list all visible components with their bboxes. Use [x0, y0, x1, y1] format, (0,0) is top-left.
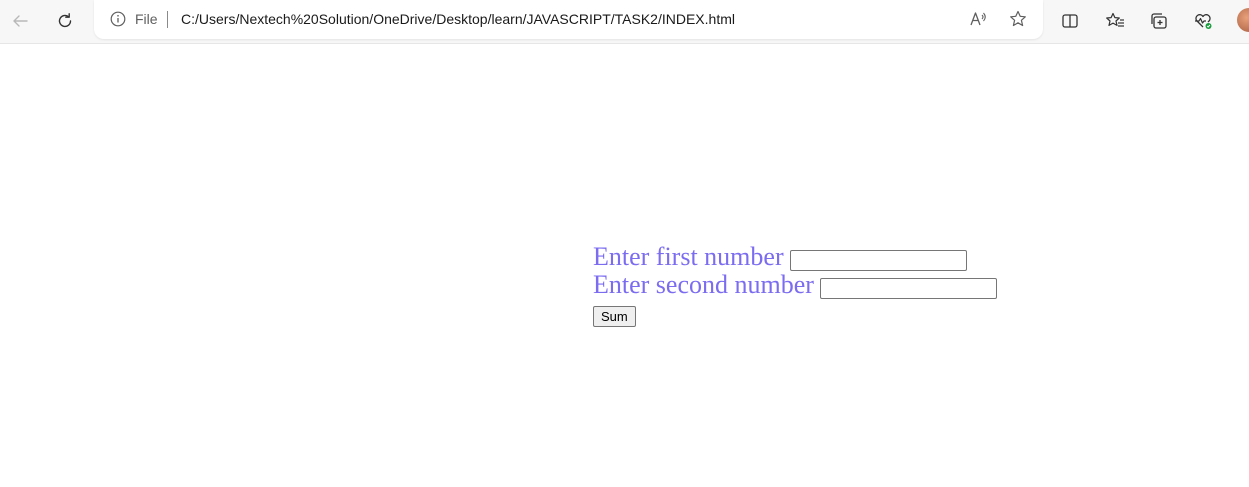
back-arrow-icon [13, 15, 28, 27]
split-screen-button[interactable] [1056, 7, 1084, 35]
back-button[interactable] [6, 7, 34, 35]
favorite-button[interactable] [1007, 8, 1029, 30]
refresh-icon [58, 13, 72, 28]
second-number-label: Enter second number [593, 270, 814, 299]
url-text[interactable]: C:/Users/Nextech%20Solution/OneDrive/Des… [181, 11, 735, 28]
first-number-row: Enter first number [593, 243, 997, 271]
first-number-input[interactable] [789, 250, 967, 271]
second-number-row: Enter second number [593, 271, 997, 299]
browser-essentials-button[interactable] [1189, 7, 1217, 35]
read-aloud-icon [970, 12, 986, 26]
address-divider [167, 11, 168, 28]
read-aloud-button[interactable] [967, 8, 989, 30]
star-icon [1010, 10, 1026, 27]
favorites-button[interactable] [1101, 7, 1129, 35]
collections-icon [1151, 13, 1167, 29]
info-icon[interactable] [110, 11, 126, 27]
first-number-label: Enter first number [593, 242, 784, 271]
scheme-label: File [135, 11, 158, 27]
favorites-icon [1106, 12, 1124, 27]
heart-pulse-icon [1195, 14, 1212, 29]
address-bar[interactable]: File C:/Users/Nextech%20Solution/OneDriv… [94, 0, 1043, 39]
browser-toolbar: File C:/Users/Nextech%20Solution/OneDriv… [0, 0, 1249, 44]
second-number-input[interactable] [819, 278, 997, 299]
split-screen-icon [1062, 14, 1078, 28]
collections-button[interactable] [1145, 7, 1173, 35]
sum-button[interactable]: Sum [593, 306, 636, 327]
refresh-button[interactable] [51, 7, 79, 35]
avatar[interactable] [1237, 8, 1249, 32]
sum-form: Enter first number Enter second number S… [593, 243, 997, 327]
